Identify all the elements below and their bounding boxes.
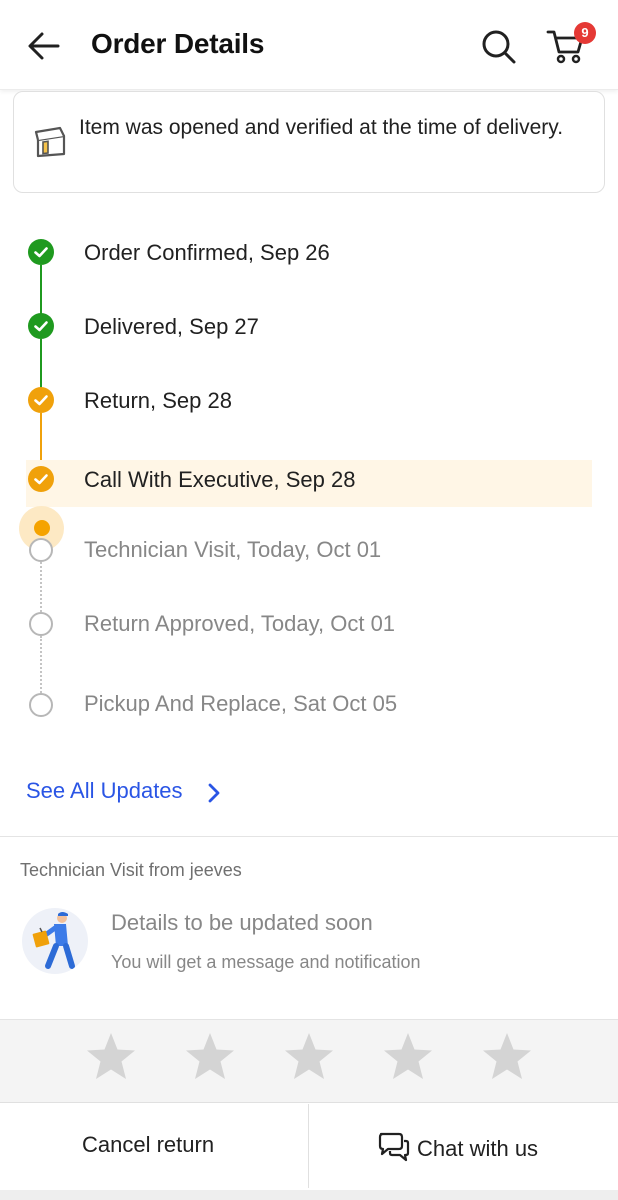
- step-pending-marker: [29, 538, 53, 562]
- section-divider: [0, 836, 618, 837]
- timeline-step-label: Return Approved, Today, Oct 01: [84, 611, 396, 636]
- timeline-connector-pending: [40, 636, 42, 693]
- rating-star-icon[interactable]: [283, 1030, 335, 1082]
- check-icon: [34, 247, 48, 258]
- check-icon: [34, 474, 48, 485]
- technician-illustration: [22, 908, 88, 974]
- timeline-step-label: Technician Visit, Today, Oct 01: [84, 537, 382, 562]
- chat-bubbles-icon[interactable]: [377, 1130, 411, 1164]
- technician-details-subtitle: You will get a message and notification: [111, 952, 421, 972]
- timeline-step-label: Delivered, Sep 27: [84, 314, 259, 339]
- step-complete-marker: [28, 466, 54, 492]
- technician-details-title: Details to be updated soon: [111, 910, 373, 935]
- check-icon: [34, 321, 48, 332]
- chat-with-us-label[interactable]: Chat with us: [417, 1136, 538, 1162]
- cart-count-badge: 9: [574, 22, 596, 44]
- see-all-updates-link[interactable]: See All Updates: [26, 778, 183, 804]
- step-pending-marker: [29, 693, 53, 717]
- timeline-step-label: Call With Executive, Sep 28: [84, 467, 356, 492]
- chevron-right-icon[interactable]: [206, 782, 222, 804]
- timeline-connector: [40, 265, 42, 315]
- timeline-step-label: Order Confirmed, Sep 26: [84, 240, 330, 265]
- search-button[interactable]: [478, 26, 518, 66]
- open-box-icon: [34, 126, 68, 158]
- check-icon: [34, 395, 48, 406]
- cancel-return-label[interactable]: Cancel return: [82, 1132, 214, 1158]
- rating-star-icon[interactable]: [184, 1030, 236, 1082]
- navigation-bar-strip: [0, 1190, 618, 1200]
- rating-star-icon[interactable]: [382, 1030, 434, 1082]
- technician-section-heading: Technician Visit from jeeves: [20, 860, 242, 880]
- inspection-info-text: Item was opened and verified at the time…: [79, 116, 564, 139]
- search-icon: [482, 30, 516, 64]
- current-position-dot: [34, 520, 50, 536]
- inspection-info-card: Item was opened and verified at the time…: [13, 91, 605, 193]
- timeline-step-label: Pickup And Replace, Sat Oct 05: [84, 691, 398, 716]
- timeline-connector: [40, 339, 42, 389]
- rating-star-icon[interactable]: [85, 1030, 137, 1082]
- step-complete-marker: [28, 239, 54, 265]
- arrow-left-icon: [28, 32, 60, 60]
- page-title: Order Details: [91, 28, 265, 59]
- timeline-step-label: Return, Sep 28: [84, 388, 232, 413]
- rating-star-icon[interactable]: [481, 1030, 533, 1082]
- timeline-connector: [40, 413, 42, 467]
- app-header: Order Details 9: [0, 0, 618, 90]
- step-pending-marker: [29, 612, 53, 636]
- back-button[interactable]: [24, 26, 64, 66]
- timeline-connector-pending: [40, 562, 42, 612]
- step-complete-marker: [28, 313, 54, 339]
- step-complete-marker: [28, 387, 54, 413]
